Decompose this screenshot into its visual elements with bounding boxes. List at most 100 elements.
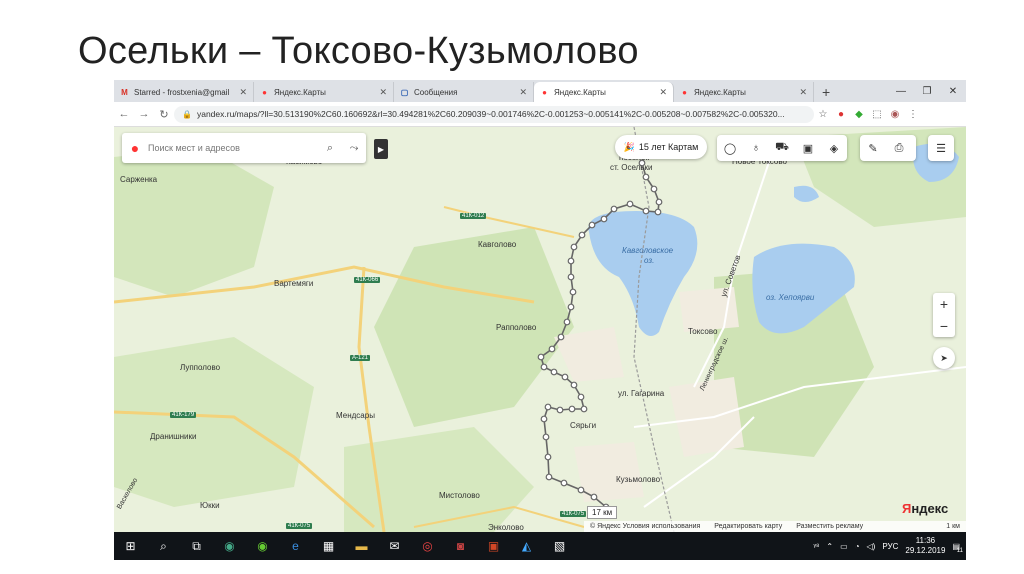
route-waypoint[interactable] bbox=[563, 318, 571, 326]
app-icon[interactable]: ◉ bbox=[246, 532, 279, 560]
route-waypoint[interactable] bbox=[600, 215, 608, 223]
search-box[interactable]: ● Поиск мест и адресов ⌕ ⤳ bbox=[122, 133, 366, 163]
app-icon[interactable]: ◙ bbox=[444, 532, 477, 560]
powerpoint-icon[interactable]: ▣ bbox=[477, 532, 510, 560]
route-icon[interactable]: ⤳ bbox=[342, 142, 366, 155]
route-waypoint[interactable] bbox=[578, 231, 586, 239]
extension-icon[interactable]: ● bbox=[832, 109, 850, 120]
clock[interactable]: 11:36 29.12.2019 bbox=[905, 536, 945, 556]
tab[interactable]: ▢ Сообщения ✕ bbox=[394, 82, 534, 102]
back-icon[interactable]: ← bbox=[114, 108, 134, 120]
url-field[interactable]: 🔒 yandex.ru/maps/?ll=30.513190%2C60.1606… bbox=[174, 105, 814, 123]
new-tab-button[interactable]: + bbox=[814, 82, 838, 102]
extensions-puzzle-icon[interactable]: ⬚ bbox=[868, 109, 886, 120]
star-icon[interactable]: ☆ bbox=[814, 109, 832, 120]
route-waypoint[interactable] bbox=[544, 453, 552, 461]
edge-icon[interactable]: e bbox=[279, 532, 312, 560]
route-waypoint[interactable] bbox=[544, 403, 552, 411]
route-waypoint[interactable] bbox=[537, 353, 545, 361]
route-waypoint[interactable] bbox=[577, 393, 585, 401]
store-icon[interactable]: ▦ bbox=[312, 532, 345, 560]
route-waypoint[interactable] bbox=[557, 333, 565, 341]
route-waypoint[interactable] bbox=[642, 207, 650, 215]
sidebar-toggle-button[interactable]: ▶ bbox=[374, 139, 388, 159]
route-waypoint[interactable] bbox=[542, 433, 550, 441]
wifi-icon[interactable]: ◔ bbox=[855, 542, 860, 551]
minimize-icon[interactable]: — bbox=[888, 86, 914, 97]
route-waypoint[interactable] bbox=[550, 368, 558, 376]
route-waypoint[interactable] bbox=[540, 415, 548, 423]
language-indicator[interactable]: РУС bbox=[882, 542, 898, 551]
locate-me-button[interactable]: ➤ bbox=[933, 347, 955, 369]
tab[interactable]: ● Яндекс.Карты ✕ bbox=[674, 82, 814, 102]
close-tab-icon[interactable]: ✕ bbox=[653, 87, 667, 98]
notifications-icon[interactable]: ▤ 11 bbox=[952, 542, 963, 554]
zoom-in-button[interactable]: + bbox=[933, 293, 955, 315]
route-waypoint[interactable] bbox=[610, 205, 618, 213]
mail-icon[interactable]: ✉ bbox=[378, 532, 411, 560]
search-icon[interactable]: ⌕ bbox=[318, 142, 342, 155]
route-waypoint[interactable] bbox=[560, 479, 568, 487]
task-view-icon[interactable]: ⧉ bbox=[180, 532, 213, 560]
battery-icon[interactable]: ▭ bbox=[840, 542, 848, 551]
tab[interactable]: ● Яндекс.Карты ✕ bbox=[534, 82, 674, 102]
bike-icon[interactable]: ♁ bbox=[743, 142, 769, 154]
transit-icon[interactable]: ▣ bbox=[795, 142, 821, 155]
chevron-up-icon[interactable]: ⌃ bbox=[826, 542, 833, 551]
route-waypoint[interactable] bbox=[655, 198, 663, 206]
route-waypoint[interactable] bbox=[588, 221, 596, 229]
volume-icon[interactable]: ◁) bbox=[867, 542, 876, 551]
edit-map-link[interactable]: Редактировать карту bbox=[714, 523, 782, 530]
route-waypoint[interactable] bbox=[568, 405, 576, 413]
route-waypoint[interactable] bbox=[545, 473, 553, 481]
people-icon[interactable]: ᵞ⁸ bbox=[813, 542, 819, 551]
close-tab-icon[interactable]: ✕ bbox=[373, 87, 387, 98]
chrome-icon[interactable]: ◎ bbox=[411, 532, 444, 560]
photos-icon[interactable]: ▧ bbox=[543, 532, 576, 560]
tab[interactable]: ● Яндекс.Карты ✕ bbox=[254, 82, 394, 102]
reload-icon[interactable]: ↻ bbox=[154, 108, 174, 121]
search-icon[interactable]: ⌕ bbox=[147, 532, 180, 560]
zoom-out-button[interactable]: − bbox=[933, 315, 955, 337]
avatar[interactable]: ◉ bbox=[886, 109, 904, 120]
close-tab-icon[interactable]: ✕ bbox=[793, 87, 807, 98]
route-waypoint[interactable] bbox=[580, 405, 588, 413]
windows-start-icon[interactable]: ⊞ bbox=[114, 532, 147, 560]
menu-dots-icon[interactable]: ⋮ bbox=[904, 109, 922, 120]
ads-link[interactable]: Разместить рекламу bbox=[796, 523, 863, 530]
close-tab-icon[interactable]: ✕ bbox=[233, 87, 247, 98]
route-waypoint[interactable] bbox=[642, 173, 650, 181]
route-waypoint[interactable] bbox=[570, 243, 578, 251]
map-canvas[interactable]: Сарженка Касимово посёлок ст. Осельки Но… bbox=[114, 127, 966, 532]
route-waypoint[interactable] bbox=[590, 493, 598, 501]
copyright-link[interactable]: © Яндекс Условия использования bbox=[590, 523, 700, 530]
close-tab-icon[interactable]: ✕ bbox=[513, 87, 527, 98]
close-icon[interactable]: ✕ bbox=[940, 86, 966, 97]
app-icon[interactable]: ◭ bbox=[510, 532, 543, 560]
route-waypoint[interactable] bbox=[540, 363, 548, 371]
folder-icon[interactable]: ▬ bbox=[345, 532, 378, 560]
route-waypoint[interactable] bbox=[561, 373, 569, 381]
maximize-icon[interactable]: ❐ bbox=[914, 86, 940, 97]
print-icon[interactable]: ⎙ bbox=[886, 142, 912, 155]
traffic-icon[interactable]: ⛟ bbox=[769, 141, 795, 155]
forward-icon[interactable]: → bbox=[134, 108, 154, 120]
hamburger-menu-icon[interactable]: ☰ bbox=[928, 142, 954, 155]
route-waypoint[interactable] bbox=[626, 200, 634, 208]
tab[interactable]: M Starred - frostxenia@gmail ✕ bbox=[114, 82, 254, 102]
route-waypoint[interactable] bbox=[567, 257, 575, 265]
search-input[interactable]: Поиск мест и адресов bbox=[148, 143, 318, 153]
panorama-icon[interactable]: ◯ bbox=[717, 142, 743, 155]
route-waypoint[interactable] bbox=[577, 486, 585, 494]
route-waypoint[interactable] bbox=[548, 345, 556, 353]
ruler-icon[interactable]: ✎ bbox=[860, 142, 886, 155]
app-icon[interactable]: ◉ bbox=[213, 532, 246, 560]
route-waypoint[interactable] bbox=[567, 273, 575, 281]
route-waypoint[interactable] bbox=[654, 208, 662, 216]
extension-icon[interactable]: ◆ bbox=[850, 109, 868, 120]
route-waypoint[interactable] bbox=[556, 406, 564, 414]
route-waypoint[interactable] bbox=[570, 381, 578, 389]
layers-icon[interactable]: ◈ bbox=[821, 142, 847, 155]
route-waypoint[interactable] bbox=[567, 303, 575, 311]
promo-button[interactable]: 🎉 15 лет Картам bbox=[615, 135, 707, 159]
